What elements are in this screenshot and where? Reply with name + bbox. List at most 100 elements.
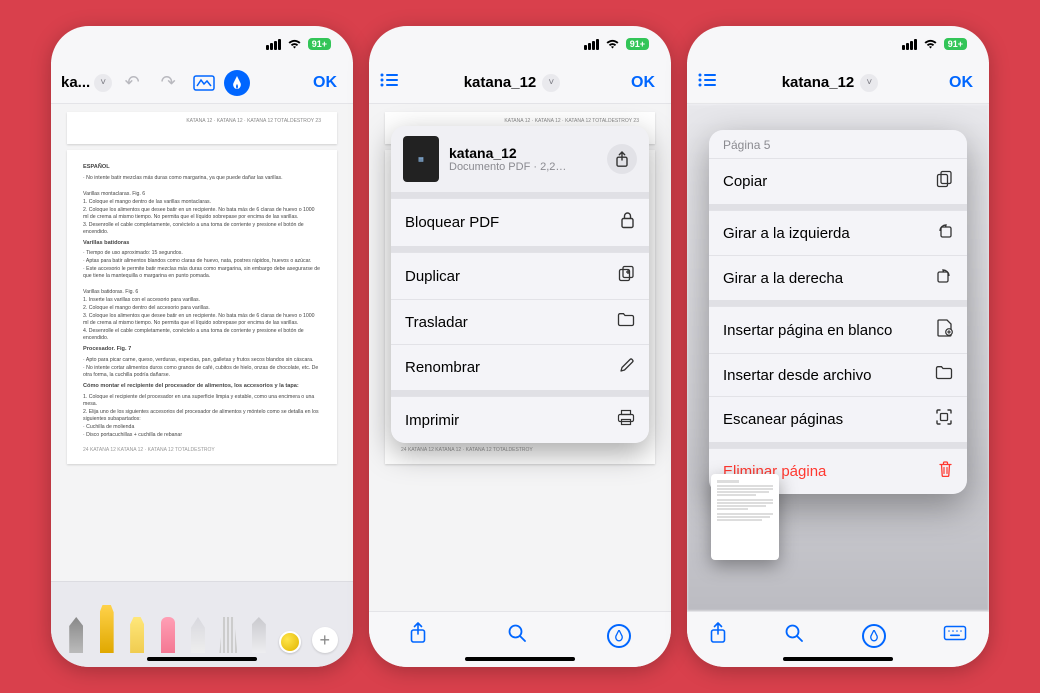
toolbar: ka... ˅ ↶ ↷ OK [51,62,353,104]
thumbnails-button[interactable] [379,71,399,94]
undo-button[interactable]: ↶ [116,67,148,99]
toolbar: katana_12 ˅ OK [369,62,671,104]
page-context-menu: Página 5 Copiar Girar a la izquierda Gir… [709,130,967,494]
menu-item-duplicate[interactable]: Duplicar [391,252,649,299]
lock-icon [620,211,635,234]
doc-text: 2. Coloque el mango dentro del accesorio… [83,305,321,312]
menu-item-scan[interactable]: Escanear páginas [709,396,967,442]
signal-icon [584,39,599,50]
ruler-tool[interactable] [218,617,238,653]
doc-name: katana_12 [449,145,597,161]
document-actions-popover: ▦ katana_12 Documento PDF · 2,2… Bloquea… [391,126,649,443]
pencil-tool[interactable] [249,617,269,653]
doc-text: · No intente cortar alimentos duros como… [83,365,321,379]
doc-text: Varillas batidoras. Fig. 6 [83,289,321,296]
phone-screen-1: 91+ ka... ˅ ↶ ↷ OK KATANA 12 · KATANA 12… [51,26,353,667]
chevron-down-icon[interactable]: ˅ [94,74,112,92]
markup-tool-tray: + [51,581,353,667]
ai-button[interactable] [607,624,631,648]
phone-screen-3: 91+ katana_12 ˅ OK Página 5 Copiar [687,26,989,667]
pen-tool[interactable] [66,617,86,653]
keyboard-button[interactable] [943,624,967,647]
doc-subtitle: Documento PDF · 2,2… [449,161,597,173]
chevron-down-icon[interactable]: ˅ [542,74,560,92]
doc-title: katana_12 [782,74,855,91]
doc-text: 1. Coloque el recipiente del procesador … [83,394,321,408]
folder-icon [935,365,953,385]
doc-text: 2. Elija uno de los siguientes accesorio… [83,409,321,423]
doc-text: · Aptas para batir alimentos blandos com… [83,258,321,265]
page-thumbnail[interactable] [711,474,779,560]
page-header-text: KATANA 12 · KATANA 12 · KATANA 12 TOTALD… [504,118,639,124]
section-heading: Cómo montar el recipiente del procesador… [83,383,321,391]
rotate-left-icon [936,222,953,244]
battery-badge: 91+ [944,38,967,50]
search-button[interactable] [507,623,527,649]
document-viewport[interactable]: KATANA 12 · KATANA 12 · KATANA 12 TOTALD… [51,104,353,581]
doc-title: ka... [61,74,90,91]
menu-label: Copiar [723,173,767,190]
marker-tool[interactable] [97,605,117,653]
menu-item-move[interactable]: Trasladar [391,299,649,344]
search-button[interactable] [784,623,804,649]
wifi-icon [605,37,620,52]
menu-label: Escanear páginas [723,411,843,428]
signal-icon [266,39,281,50]
doc-thumbnail: ▦ [403,136,439,182]
menu-item-insert-blank[interactable]: Insertar página en blanco [709,306,967,353]
menu-item-rotate-right[interactable]: Girar a la derecha [709,255,967,300]
duplicate-icon [618,265,635,287]
menu-item-rotate-left[interactable]: Girar a la izquierda [709,210,967,255]
copy-icon [936,170,953,193]
pencil-icon [619,357,635,378]
menu-item-print[interactable]: Imprimir [391,396,649,443]
menu-item-lock-pdf[interactable]: Bloquear PDF [391,198,649,246]
chevron-down-icon[interactable]: ˅ [860,74,878,92]
doc-text: 4. Desenrolle el cable completamente, co… [83,328,321,342]
done-button[interactable]: OK [943,74,979,92]
doc-text: · Tiempo de uso aproximado: 15 segundos. [83,250,321,257]
menu-label: Bloquear PDF [405,214,499,231]
ai-button[interactable] [862,624,886,648]
popover-header: ▦ katana_12 Documento PDF · 2,2… [391,126,649,192]
doc-text: · No intente batir mezclas más duras com… [83,175,321,182]
annotate-button[interactable] [188,67,220,99]
doc-text: · Este accesorio le permite batir mezcla… [83,266,321,280]
menu-label: Renombrar [405,359,480,376]
lasso-tool[interactable] [188,617,208,653]
battery-badge: 91+ [626,38,649,50]
status-bar: 91+ [687,26,989,62]
highlighter-tool[interactable] [127,617,147,653]
eraser-tool[interactable] [158,617,178,653]
page-footer: 24 KATANA 12 KATANA 12 · KATANA 12 TOTAL… [401,447,639,454]
doc-text: · Apto para picar carne, queso, verduras… [83,357,321,364]
print-icon [617,409,635,431]
ai-mode-button[interactable] [224,70,250,96]
menu-item-copy[interactable]: Copiar [709,158,967,204]
menu-item-rename[interactable]: Renombrar [391,344,649,390]
phone-screen-2: 91+ katana_12 ˅ OK KATANA 12 · KATANA 12… [369,26,671,667]
section-heading: ESPAÑOL [83,164,321,172]
share-button[interactable] [409,622,427,650]
menu-item-insert-file[interactable]: Insertar desde archivo [709,353,967,396]
thumbnails-button[interactable] [697,71,717,94]
battery-badge: 91+ [308,38,331,50]
color-picker[interactable] [279,631,301,653]
scan-icon [935,408,953,431]
menu-label: Insertar página en blanco [723,322,892,339]
done-button[interactable]: OK [307,74,343,92]
home-indicator [783,657,893,661]
home-indicator [147,657,257,661]
redo-button[interactable]: ↷ [152,67,184,99]
doc-text: Varillas montaclaras. Fig. 6 [83,191,321,198]
add-tool-button[interactable]: + [312,627,338,653]
doc-text: · Disco portacuchillas + cuchilla de reb… [83,432,321,439]
share-button[interactable] [709,622,727,650]
section-heading: Varillas batidoras [83,240,321,248]
done-button[interactable]: OK [625,74,661,92]
share-icon[interactable] [607,144,637,174]
doc-text: 1. Inserte las varillas con el accesorio… [83,297,321,304]
folder-icon [617,312,635,332]
signal-icon [902,39,917,50]
wifi-icon [287,37,302,52]
